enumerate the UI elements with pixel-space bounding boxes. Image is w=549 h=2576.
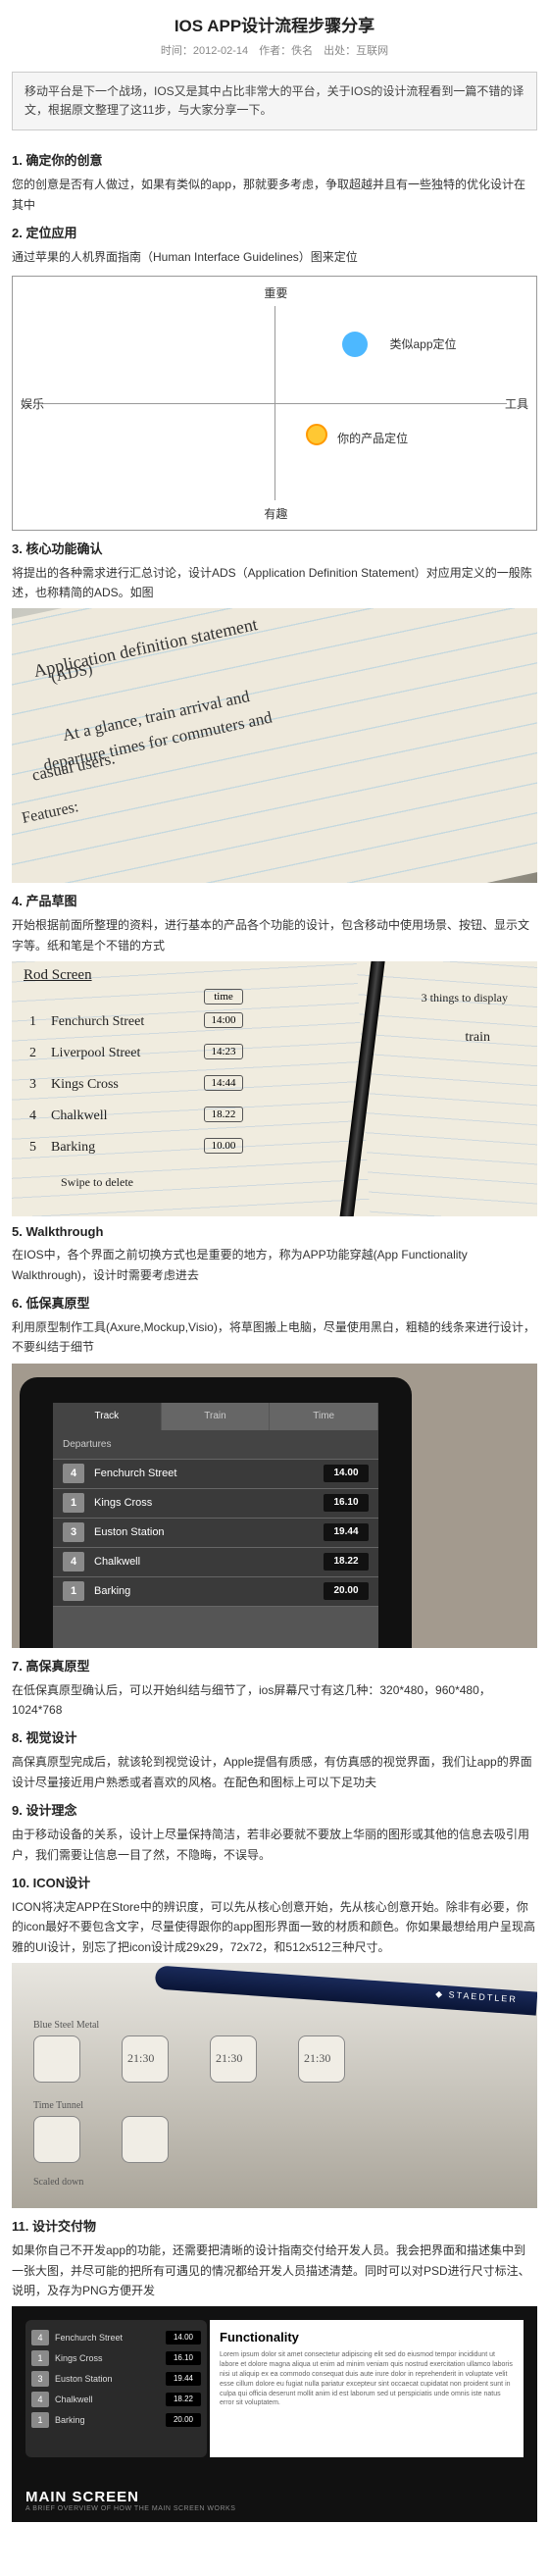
section-11-heading: 11. 设计交付物 bbox=[12, 2216, 537, 2235]
section-6-heading: 6. 低保真原型 bbox=[12, 1293, 537, 1312]
sketch-time-5: 10.00 bbox=[204, 1138, 243, 1154]
axis-top: 重要 bbox=[264, 284, 287, 301]
section-8-text: 高保真原型完成后，就该轮到视觉设计，Apple提倡有质感，有仿真感的视觉界面，我… bbox=[12, 1752, 537, 1792]
ads-notebook-photo: Application definition statement (ADS) A… bbox=[12, 608, 537, 883]
quadrant-diagram: 重要 有趣 娱乐 工具 类似app定位 你的产品定位 bbox=[12, 276, 537, 531]
section-10-text: ICON将决定APP在Store中的辨识度，可以先从核心创意开始，先从核心创意开… bbox=[12, 1897, 537, 1957]
page-meta: 时间：2012-02-14 作者：佚名 出处：互联网 bbox=[0, 42, 549, 58]
icon-time-2: 21:30 bbox=[216, 2051, 242, 2066]
main-screen-subtitle: A BRIEF OVERVIEW OF HOW THE MAIN SCREEN … bbox=[25, 2505, 235, 2512]
icon-box-6 bbox=[122, 2116, 169, 2163]
section-10-heading: 10. ICON设计 bbox=[12, 1873, 537, 1891]
section-3-heading: 3. 核心功能确认 bbox=[12, 539, 537, 557]
page-title: IOS APP设计流程步骤分享 bbox=[0, 12, 549, 36]
section-1-heading: 1. 确定你的创意 bbox=[12, 150, 537, 169]
section-2-text: 通过苹果的人机界面指南（Human Interface Guidelines）图… bbox=[12, 247, 537, 267]
departure-row[interactable]: 1Barking20.00 bbox=[53, 1577, 378, 1607]
sketch-station-1: Fenchurch Street bbox=[51, 1014, 144, 1030]
sketch-station-5: Barking bbox=[51, 1140, 95, 1156]
icon-sketch-photo: ◆ STAEDTLER Blue Steel Metal 21:30 21:30… bbox=[12, 1963, 537, 2208]
axis-right: 工具 bbox=[505, 395, 528, 412]
dot-orange-label: 你的产品定位 bbox=[337, 430, 408, 446]
sketch-num-2: 2 bbox=[29, 1046, 36, 1061]
sketch-station-4: Chalkwell bbox=[51, 1108, 108, 1124]
ipad-mockup: Track Train Time Departures 4Fenchurch S… bbox=[12, 1364, 537, 1648]
section-9-text: 由于移动设备的关系，设计上尽量保持简洁，若非必要就不要放上华丽的图形或其他的信息… bbox=[12, 1825, 537, 1865]
section-4-text: 开始根据前面所整理的资料，进行基本的产品各个功能的设计，包含移动中使用场景、按钮… bbox=[12, 915, 537, 955]
main-screen-title: MAIN SCREEN bbox=[25, 2489, 235, 2505]
section-2-heading: 2. 定位应用 bbox=[12, 223, 537, 241]
section-5-heading: 5. Walkthrough bbox=[12, 1224, 537, 1239]
dot-your-product bbox=[306, 424, 327, 445]
section-8-heading: 8. 视觉设计 bbox=[12, 1727, 537, 1746]
sketch-swipe: Swipe to delete bbox=[61, 1175, 133, 1190]
sketch-num-1: 1 bbox=[29, 1014, 36, 1030]
tab-time[interactable]: Time bbox=[270, 1403, 378, 1430]
section-7-heading: 7. 高保真原型 bbox=[12, 1656, 537, 1674]
sketch-title: Rod Screen bbox=[24, 967, 92, 984]
sketch-col-time: time bbox=[204, 989, 243, 1005]
deliverable-spec: Functionality Lorem ipsum dolor sit amet… bbox=[210, 2320, 524, 2457]
sketch-note1: 3 things to display bbox=[422, 991, 508, 1005]
section-9-heading: 9. 设计理念 bbox=[12, 1800, 537, 1819]
section-3-text: 将提出的各种需求进行汇总讨论，设计ADS（Application Definit… bbox=[12, 563, 537, 603]
paper-sketch-photo: Rod Screen time 1 Fenchurch Street 14:00… bbox=[12, 961, 537, 1216]
departure-row[interactable]: 4Fenchurch Street14.00 bbox=[53, 1460, 378, 1489]
axis-bottom: 有趣 bbox=[264, 505, 287, 522]
section-7-text: 在低保真原型确认后，可以开始纠结与细节了，ios屏幕尺寸有这几种：320*480… bbox=[12, 1680, 537, 1721]
section-1-text: 您的创意是否有人做过，如果有类似的app，那就要多考虑，争取超越并且有一些独特的… bbox=[12, 175, 537, 215]
departure-row[interactable]: 1Kings Cross16.10 bbox=[53, 1489, 378, 1519]
icon-time-3: 21:30 bbox=[304, 2051, 330, 2066]
section-4-heading: 4. 产品草图 bbox=[12, 891, 537, 909]
spec-heading: Functionality bbox=[220, 2330, 514, 2344]
section-6-text: 利用原型制作工具(Axure,Mockup,Visio)，将草图搬上电脑，尽量使… bbox=[12, 1317, 537, 1358]
tab-train[interactable]: Train bbox=[162, 1403, 271, 1430]
sketch-station-2: Liverpool Street bbox=[51, 1046, 140, 1061]
axis-left: 娱乐 bbox=[21, 395, 44, 412]
icon-box-1 bbox=[33, 2035, 80, 2083]
icon-label-blue-steel: Blue Steel Metal bbox=[33, 2020, 99, 2031]
sketch-num-5: 5 bbox=[29, 1140, 36, 1156]
departures-header: Departures bbox=[63, 1439, 111, 1450]
icon-label-scaled: Scaled down bbox=[33, 2177, 83, 2188]
departure-row[interactable]: 4Chalkwell18.22 bbox=[53, 1548, 378, 1577]
sketch-num-4: 4 bbox=[29, 1108, 36, 1124]
sketch-time-3: 14:44 bbox=[204, 1075, 243, 1091]
tab-track[interactable]: Track bbox=[53, 1403, 162, 1430]
icon-time-1: 21:30 bbox=[127, 2051, 154, 2066]
sketch-time-2: 14:23 bbox=[204, 1044, 243, 1059]
intro-box: 移动平台是下一个战场，IOS又是其中占比非常大的平台，关于IOS的设计流程看到一… bbox=[12, 72, 537, 130]
dot-similar-app bbox=[342, 332, 368, 357]
deliverable-image: 4Fenchurch Street14.00 1Kings Cross16.10… bbox=[12, 2306, 537, 2522]
dot-blue-label: 类似app定位 bbox=[389, 335, 456, 352]
sketch-time-1: 14:00 bbox=[204, 1012, 243, 1028]
sketch-station-3: Kings Cross bbox=[51, 1077, 119, 1093]
departure-row[interactable]: 3Euston Station19.44 bbox=[53, 1519, 378, 1548]
icon-box-5 bbox=[33, 2116, 80, 2163]
sketch-note2: train bbox=[465, 1030, 490, 1046]
icon-label-tunnel: Time Tunnel bbox=[33, 2100, 83, 2111]
deliverable-mockup: 4Fenchurch Street14.00 1Kings Cross16.10… bbox=[25, 2320, 207, 2457]
spec-text: Lorem ipsum dolor sit amet consectetur a… bbox=[220, 2350, 514, 2408]
sketch-num-3: 3 bbox=[29, 1077, 36, 1093]
pencil-icon: ◆ STAEDTLER bbox=[155, 1966, 537, 2016]
section-11-text: 如果你自己不开发app的功能，还需要把清晰的设计指南交付给开发人员。我会把界面和… bbox=[12, 2241, 537, 2300]
section-5-text: 在IOS中，各个界面之前切换方式也是重要的地方，称为APP功能穿越(App Fu… bbox=[12, 1245, 537, 1285]
sketch-time-4: 18.22 bbox=[204, 1107, 243, 1122]
